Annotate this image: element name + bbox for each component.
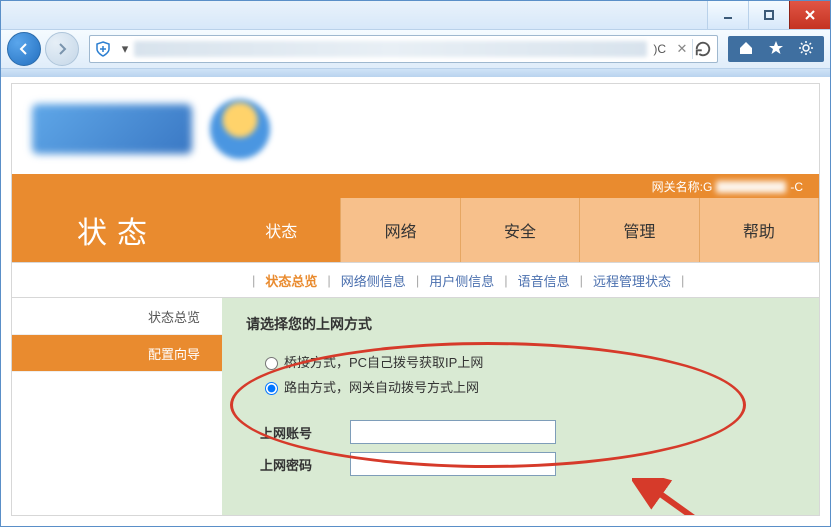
page-frame: 网关名称:G -C 状态 状态 网络 安全 管理 帮助 | 状态总览 | 网络侧信… [11,83,820,516]
option-router-row: 路由方式，网关自动拨号方式上网 [260,377,795,396]
account-input[interactable] [350,420,556,444]
subnav-network-info[interactable]: 网络侧信息 [341,271,406,290]
gateway-blurred [716,181,786,193]
mascot-blurred [210,99,270,159]
shield-icon [94,40,112,58]
clear-icon[interactable]: ✕ [672,41,692,57]
tab-security[interactable]: 安全 [461,198,580,262]
tab-status[interactable]: 状态 [222,198,341,262]
sidebar-item-label: 配置向导 [148,344,200,363]
refresh-icon[interactable] [692,39,713,59]
tab-label: 安全 [504,218,536,242]
url-suffix: )C [647,42,672,56]
password-input[interactable] [350,452,556,476]
window-close-button[interactable] [789,1,830,29]
panel-title: 请选择您的上网方式 [246,314,795,334]
content-area: 状态总览 配置向导 请选择您的上网方式 桥接方式，PC自己拨号获取IP上网 路由… [12,298,819,516]
gateway-label: 网关名称:G [652,180,713,194]
sidebar-item-wizard[interactable]: 配置向导 [12,335,222,372]
tab-manage[interactable]: 管理 [580,198,699,262]
address-bar[interactable]: ▾ )C ✕ [89,35,718,63]
tab-help[interactable]: 帮助 [700,198,819,262]
account-row: 上网账号 [260,420,795,444]
config-panel: 请选择您的上网方式 桥接方式，PC自己拨号获取IP上网 路由方式，网关自动拨号方… [222,298,819,516]
main-row: 状态 状态 网络 安全 管理 帮助 [12,198,819,262]
tab-label: 帮助 [743,218,775,242]
url-blurred [134,41,647,57]
settings-icon[interactable] [794,36,818,60]
sub-nav: | 状态总览 | 网络侧信息 | 用户侧信息 | 语音信息 | 远程管理状态 | [12,262,819,298]
tab-label: 状态 [265,218,297,242]
gateway-suffix: -C [790,180,803,194]
option-bridge-row: 桥接方式，PC自己拨号获取IP上网 [260,352,795,371]
tab-label: 管理 [623,218,655,242]
window-titlebar [1,1,830,30]
sidebar-item-label: 状态总览 [148,307,200,326]
radio-router[interactable] [265,382,278,395]
back-button[interactable] [7,32,41,66]
gateway-name-bar: 网关名称:G -C [12,174,819,198]
forward-button[interactable] [45,32,79,66]
page-title: 状态 [12,198,222,262]
isp-logo-blurred [32,104,192,154]
top-tabs: 状态 网络 安全 管理 帮助 [222,198,819,262]
subnav-remote-status[interactable]: 远程管理状态 [593,271,671,290]
option-router-label: 路由方式，网关自动拨号方式上网 [284,377,479,396]
password-label: 上网密码 [260,455,350,474]
subnav-user-info[interactable]: 用户侧信息 [429,271,494,290]
window-maximize-button[interactable] [748,1,789,29]
logo-area [12,84,819,174]
favorites-icon[interactable] [764,36,788,60]
account-label: 上网账号 [260,423,350,442]
browser-right-tools [728,36,824,62]
radio-bridge[interactable] [265,357,278,370]
sidebar-item-overview[interactable]: 状态总览 [12,298,222,335]
browser-toolbar: ▾ )C ✕ [1,30,830,69]
password-row: 上网密码 [260,452,795,476]
browser-window: ▾ )C ✕ 网关名称:G -C 状态 状态 [0,0,831,527]
dropdown-icon[interactable]: ▾ [116,41,134,57]
tab-label: 网络 [385,218,417,242]
tab-network[interactable]: 网络 [341,198,460,262]
option-bridge-label: 桥接方式，PC自己拨号获取IP上网 [284,352,483,371]
subnav-overview[interactable]: 状态总览 [265,271,317,290]
sidebar: 状态总览 配置向导 [12,298,222,516]
annotation-arrow [632,478,802,516]
home-icon[interactable] [734,36,758,60]
subnav-voice-info[interactable]: 语音信息 [518,271,570,290]
toolbar-ribbon [1,69,830,77]
window-minimize-button[interactable] [707,1,748,29]
